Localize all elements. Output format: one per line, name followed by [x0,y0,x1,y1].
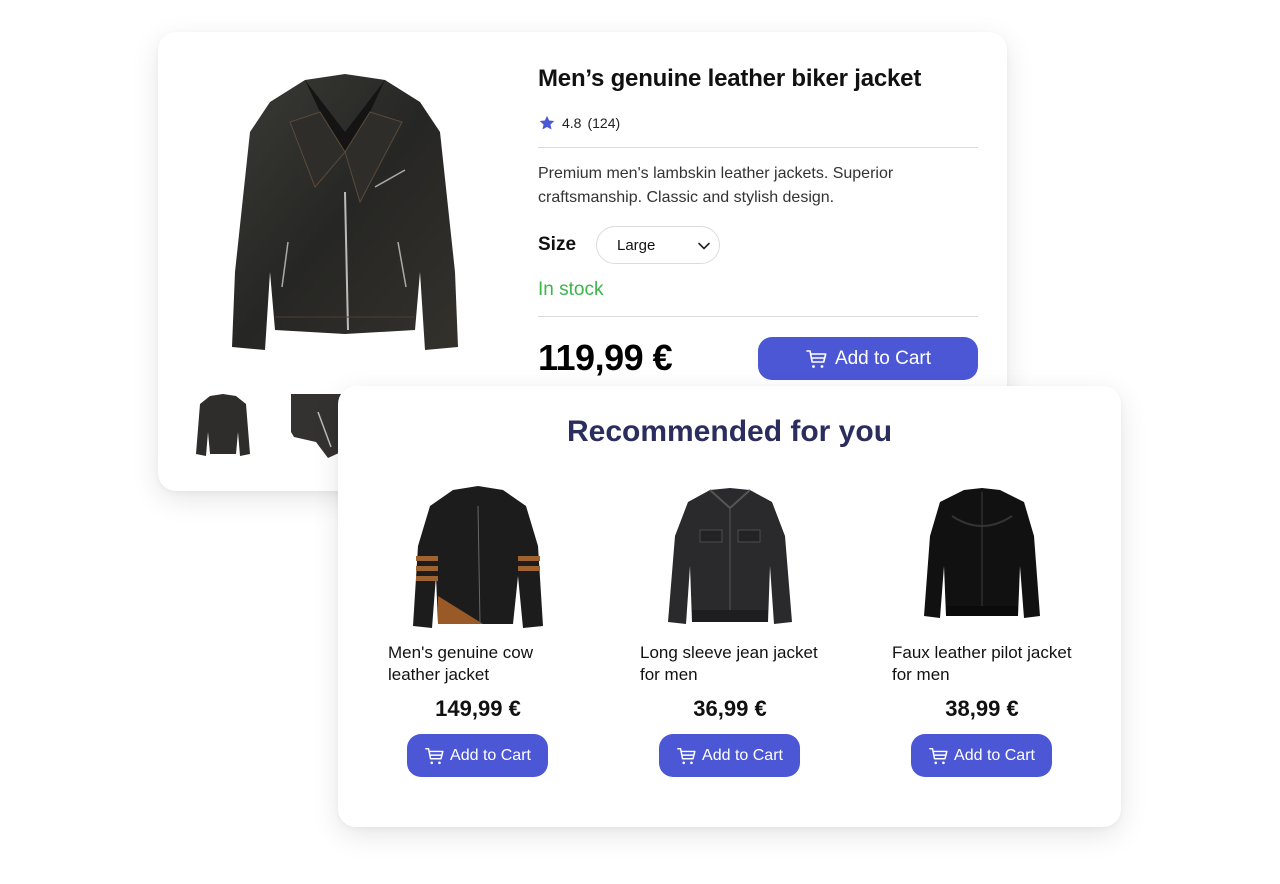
recommendation-name[interactable]: Faux leather pilot jacket for men [892,642,1072,686]
recommendation-price: 36,99 € [693,696,767,721]
cart-icon [425,747,444,765]
add-to-cart-button[interactable]: Add to Cart [407,734,548,777]
cart-icon [677,747,696,765]
product-title: Men’s genuine leather biker jacket [538,65,922,92]
recommendations-card: Recommended for you Men's genuine cow le… [338,386,1121,827]
recommendation-name[interactable]: Long sleeve jean jacket for men [640,642,820,686]
add-to-cart-label: Add to Cart [450,746,531,764]
recommendation-price: 149,99 € [435,696,521,721]
add-to-cart-label: Add to Cart [834,347,932,369]
thumbnail-back-view[interactable] [192,392,254,462]
stock-status: In stock [538,279,604,300]
add-to-cart-button[interactable]: Add to Cart [911,734,1052,777]
recommendation-image[interactable] [912,486,1052,630]
review-count[interactable]: (124) [587,115,620,131]
add-to-cart-label: Add to Cart [702,746,783,764]
main-product-image [232,74,458,350]
size-label: Size [538,234,577,255]
chevron-down-icon [698,242,710,250]
size-selected-value: Large [617,236,656,254]
add-to-cart-button[interactable]: Add to Cart [758,337,978,380]
recommendation-name[interactable]: Men's genuine cow leather jacket [388,642,568,686]
cart-icon [929,747,948,765]
divider [538,316,978,317]
product-description: Premium men's lambskin leather jackets. … [538,165,894,206]
add-to-cart-label: Add to Cart [954,746,1035,764]
add-to-cart-button[interactable]: Add to Cart [659,734,800,777]
recommendation-image[interactable] [660,486,800,630]
product-price: 119,99 € [538,337,673,378]
rating: 4.8 (124) [538,114,620,132]
star-icon [539,115,555,130]
size-select[interactable]: Large [596,226,720,264]
cart-icon [806,349,827,369]
recommendation-image[interactable] [408,486,548,630]
divider [538,147,978,148]
recommendation-price: 38,99 € [945,696,1019,721]
rating-value: 4.8 [562,115,582,131]
recommendations-title: Recommended for you [566,415,893,448]
